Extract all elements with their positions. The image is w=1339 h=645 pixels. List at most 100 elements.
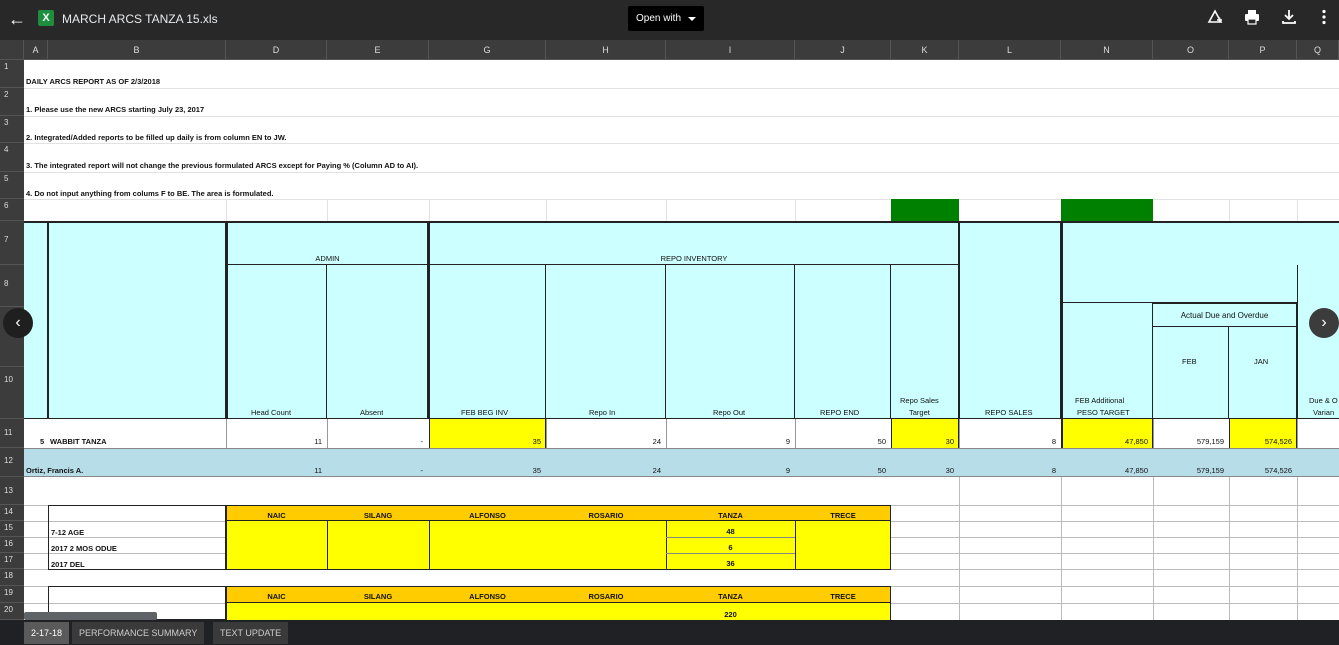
row-header-bar: 1 2 3 4 5 6 7 8 10 11 12 13 14 15 16 17 … [0,60,24,620]
next-page-button[interactable]: › [1309,308,1339,338]
row11-repo-out: 9 [785,437,790,446]
row11-feb-additional: 47,850 [1125,437,1148,446]
row11-absent: - [420,437,424,446]
col-header-q: Q [1297,40,1339,60]
block1-label: 2017 2 MOS ODUE [51,544,117,553]
col-header-b: B [48,40,226,60]
cell-grid: DAILY ARCS REPORT AS OF 2/3/2018 1. Plea… [24,60,1339,620]
row11-feb: 579,159 [1196,437,1224,446]
download-icon[interactable] [1278,8,1300,30]
row-header: 18 [0,569,24,586]
absent-label: Absent [360,408,384,417]
row11-repo-sales-target: 30 [945,437,954,446]
gridline [24,143,1339,144]
row-header: 10 [0,367,24,419]
row-header: 7 [0,221,24,265]
gridline [795,521,796,570]
branch-rosario: ROSARIO [588,592,624,601]
row-header: 3 [0,116,24,143]
gridline [1061,477,1062,620]
row12-repo-sales-target: 30 [945,466,954,475]
gridline [1153,477,1154,620]
open-with-label: Open with [636,13,682,24]
open-with-button[interactable]: Open with [628,6,704,31]
print-icon[interactable] [1241,8,1263,30]
branch-silang: SILANG [363,511,393,520]
repo-sales-label: REPO SALES [985,408,1033,417]
gridline [666,537,795,538]
jan-header [1229,327,1297,419]
row-header: 15 [0,521,24,537]
tanza-value: 48 [726,527,735,536]
row-header: 14 [0,505,24,521]
row12-feb-beg-inv: 35 [532,466,541,475]
row-header: 20 [0,603,24,620]
note-2: 2. Integrated/Added reports to be filled… [26,133,287,142]
absent-header [327,265,429,419]
branch-naic: NAIC [267,511,286,520]
actual-due-header: Actual Due and Overdue [1153,303,1297,327]
block1-label: 2017 DEL [51,560,85,569]
horizontal-scrollbar[interactable] [24,612,157,620]
row12-jan: 574,526 [1264,466,1292,475]
repo-in-header [546,265,666,419]
col-header-i: I [666,40,795,60]
repo-inventory-header: REPO INVENTORY [429,221,959,265]
block1-label: 7-12 AGE [51,528,85,537]
col-header-o: O [1153,40,1229,60]
head-count-label: Head Count [251,408,292,417]
tab-performance-summary[interactable]: PERFORMANCE SUMMARY [72,622,205,644]
col-header-e: E [327,40,429,60]
row12-feb: 579,159 [1196,466,1224,475]
repo-sales-target-label-1: Repo Sales [900,396,939,405]
tab-text-update[interactable]: TEXT UPDATE [213,622,289,644]
gridline [429,199,430,221]
col-header-k: K [891,40,959,60]
repo-in-label: Repo In [589,408,616,417]
branch-tanza: TANZA [718,511,743,520]
add-to-drive-icon[interactable] [1204,8,1226,30]
feb-header [1153,327,1229,419]
more-vert-icon[interactable] [1313,8,1335,30]
tanza-value: 6 [728,543,733,552]
col-header-p: P [1229,40,1297,60]
tanza-value: 36 [726,559,735,568]
row-header: 1 [0,60,24,88]
row-header: 8 [0,265,24,307]
header-cell [48,221,226,419]
gridline [24,88,1339,89]
row-header: 16 [0,537,24,553]
branch-name: WABBIT TANZA [50,437,107,446]
row-header: 5 [0,172,24,199]
excel-file-icon: X [38,10,54,26]
gridline [959,477,960,620]
viewer-toolbar: ← X MARCH ARCS TANZA 15.xls Open with [0,0,1339,40]
note-1: 1. Please use the new ARCS starting July… [26,105,205,114]
spreadsheet-view: A B D E G H I J K L N O P Q 1 2 3 4 5 6 … [0,40,1339,620]
branch-rosario: ROSARIO [588,511,624,520]
row11-repo-in: 24 [652,437,661,446]
row11-feb-beg-inv: 35 [532,437,541,446]
head-count-header [226,265,327,419]
col-header-d: D [226,40,327,60]
col-header-h: H [546,40,666,60]
col-header-l: L [959,40,1061,60]
gridline [429,521,430,570]
previous-page-button[interactable]: ‹ [3,308,33,338]
feb-additional-label-2: PESO TARGET [1077,408,1130,417]
row-header: 13 [0,477,24,505]
row11-jan: 574,526 [1264,437,1292,446]
tanza-value: 220 [724,610,737,619]
row-header: 17 [0,553,24,569]
gridline [327,199,328,221]
header-cell [959,221,1061,419]
row-header: 11 [0,419,24,448]
repo-sales-target-label-2: Target [909,408,930,417]
row11-a: 5 [40,437,45,446]
repo-end-header [795,265,891,419]
repo-end-label: REPO END [820,408,860,417]
back-arrow-icon[interactable]: ← [6,8,28,30]
feb-beg-inv-label: FEB BEG INV [461,408,509,417]
tab-2-17-18[interactable]: 2-17-18 [24,622,70,644]
actual-due-label: Actual Due and Overdue [1180,311,1269,320]
